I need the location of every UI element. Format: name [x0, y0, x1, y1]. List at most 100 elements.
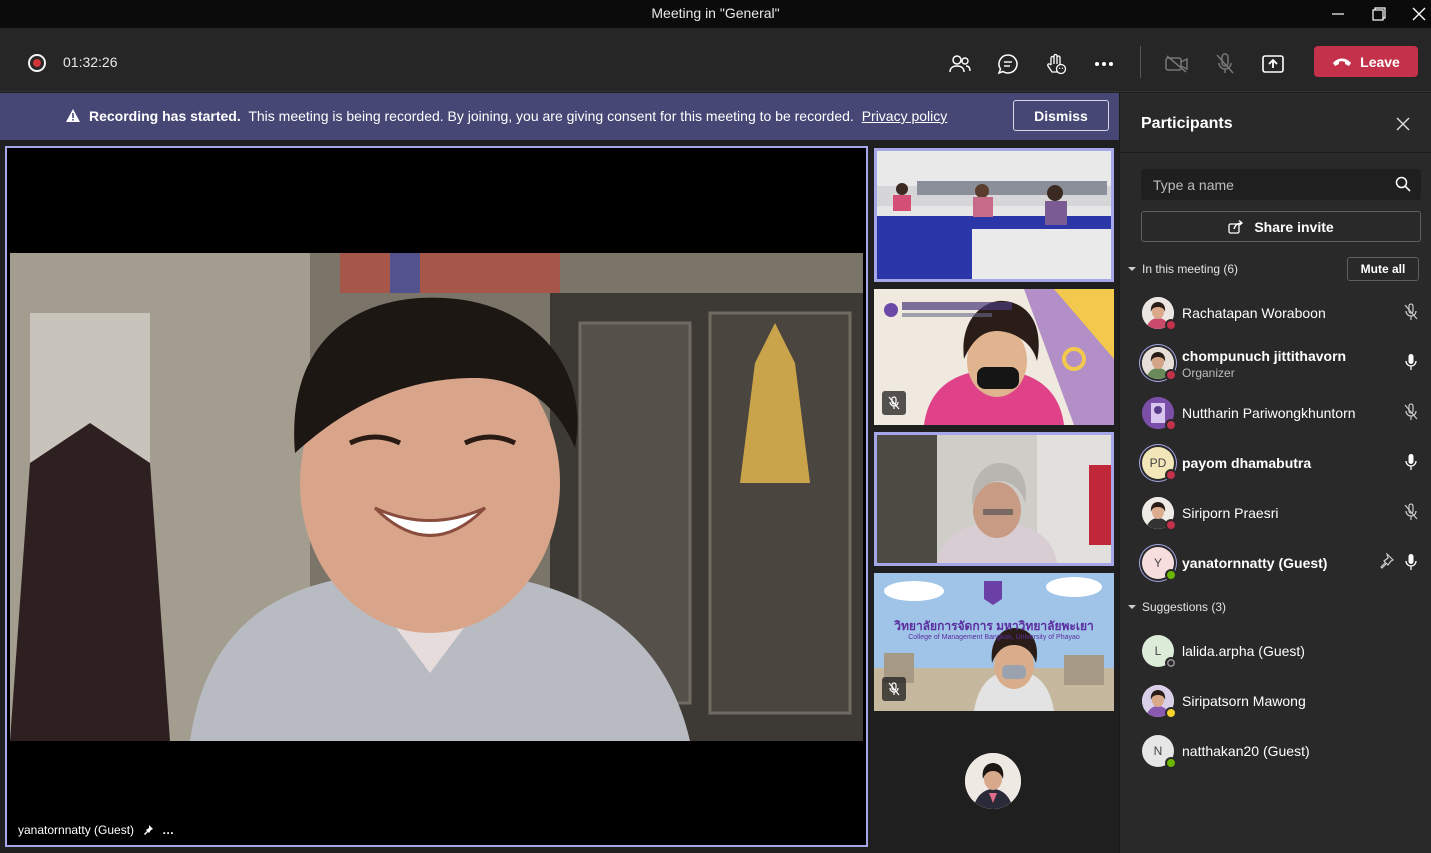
- close-window-button[interactable]: [1398, 0, 1431, 28]
- participant-row[interactable]: Y yanatornnatty (Guest): [1120, 539, 1431, 589]
- mute-all-button[interactable]: Mute all: [1347, 257, 1419, 281]
- share-invite-button[interactable]: Share invite: [1141, 211, 1421, 242]
- presence-available-icon: [1165, 757, 1177, 769]
- close-pane-button[interactable]: [1394, 115, 1412, 133]
- show-chat-button[interactable]: [990, 46, 1026, 82]
- college-name-english: College of Management Bangkok, Universit…: [908, 634, 1080, 641]
- presence-busy-icon: [1165, 369, 1177, 381]
- mic-icon: [1405, 454, 1417, 470]
- search-input[interactable]: Type a name: [1141, 169, 1421, 200]
- participant-name: Nuttharin Pariwongkhuntorn: [1182, 405, 1356, 421]
- banner-title: Recording has started.: [89, 108, 241, 124]
- presence-offline-icon: [1165, 657, 1177, 669]
- leave-button[interactable]: Leave: [1314, 46, 1418, 77]
- recording-banner: Recording has started. This meeting is b…: [0, 93, 1119, 140]
- participant-row[interactable]: PD payom dhamabutra: [1120, 439, 1431, 489]
- tile-mute-badge: [882, 391, 906, 415]
- mic-off-icon: [1216, 53, 1234, 74]
- share-content-button[interactable]: [1255, 46, 1291, 82]
- mic-off-icon: [888, 682, 900, 696]
- participant-name: Rachatapan Woraboon: [1182, 305, 1326, 321]
- presence-busy-icon: [1165, 519, 1177, 531]
- participant-video-image: [877, 435, 1111, 563]
- video-tile-participant-3[interactable]: [874, 432, 1114, 566]
- suggestion-row[interactable]: N natthakan20 (Guest): [1120, 727, 1431, 777]
- suggestion-row[interactable]: Siripatsorn Mawong: [1120, 677, 1431, 727]
- main-video-feed: [10, 253, 863, 741]
- privacy-policy-link[interactable]: Privacy policy: [862, 108, 948, 124]
- window-title: Meeting in "General": [651, 5, 780, 21]
- chevron-down-icon: [1128, 267, 1136, 271]
- meeting-toolbar: 01:32:26 Leave: [0, 28, 1431, 108]
- main-video-tile[interactable]: yanatornnatty (Guest) …: [5, 146, 868, 847]
- people-icon: [949, 55, 971, 73]
- title-bar: Meeting in "General": [0, 0, 1431, 28]
- pane-title: Participants: [1141, 115, 1233, 132]
- participant-row[interactable]: Siriporn Praesri: [1120, 489, 1431, 539]
- presence-busy-icon: [1165, 319, 1177, 331]
- camera-toggle-button[interactable]: [1159, 46, 1195, 82]
- participant-avatar-tile[interactable]: [965, 753, 1021, 809]
- toolbar-divider: [1140, 46, 1141, 78]
- restore-button[interactable]: [1358, 0, 1400, 28]
- meeting-timer: 01:32:26: [63, 54, 118, 70]
- mic-icon: [1405, 554, 1417, 570]
- presence-away-icon: [1165, 707, 1177, 719]
- recording-icon: [28, 54, 46, 72]
- video-tile-participant-4[interactable]: วิทยาลัยการจัดการ มหาวิทยาลัยพะเยา Colle…: [874, 573, 1114, 711]
- mic-off-icon: [888, 396, 900, 410]
- suggestion-name: natthakan20 (Guest): [1182, 743, 1310, 759]
- participant-name: payom dhamabutra: [1182, 455, 1312, 471]
- presence-busy-icon: [1165, 469, 1177, 481]
- close-icon: [1396, 117, 1410, 131]
- share-invite-label: Share invite: [1254, 218, 1334, 235]
- suggestion-name: Siripatsorn Mawong: [1182, 693, 1306, 709]
- pin-icon: [144, 825, 154, 835]
- suggestions-section-toggle[interactable]: Suggestions (3): [1128, 600, 1226, 614]
- video-tile-participant-2[interactable]: [874, 289, 1114, 425]
- participant-name: Siriporn Praesri: [1182, 505, 1279, 521]
- participant-row[interactable]: Nuttharin Pariwongkhuntorn: [1120, 389, 1431, 439]
- share-screen-icon: [1262, 55, 1284, 73]
- mic-toggle-button[interactable]: [1207, 46, 1243, 82]
- pin-icon[interactable]: [1378, 553, 1394, 569]
- suggestion-name: lalida.arpha (Guest): [1182, 643, 1305, 659]
- participants-pane: Participants Type a name Share invite In…: [1119, 93, 1431, 853]
- suggestions-heading: Suggestions (3): [1142, 600, 1227, 614]
- speaker-video-image: [10, 253, 863, 741]
- avatar-initials: Y: [1153, 556, 1162, 570]
- participant-name: chompunuch jittithavorn: [1182, 348, 1347, 364]
- in-meeting-heading: In this meeting (6): [1142, 262, 1239, 276]
- tile-mute-badge: [882, 677, 906, 701]
- suggestion-row[interactable]: L lalida.arpha (Guest): [1120, 627, 1431, 677]
- video-stage: yanatornnatty (Guest) … วิทยาลัยการจัดกา…: [0, 141, 1119, 853]
- main-video-name: yanatornnatty (Guest): [18, 823, 135, 837]
- reactions-button[interactable]: [1038, 46, 1074, 82]
- mic-off-icon: [1404, 303, 1418, 320]
- show-participants-button[interactable]: [942, 46, 978, 82]
- main-video-label: yanatornnatty (Guest) …: [18, 823, 175, 837]
- participant-row[interactable]: Rachatapan Woraboon: [1120, 289, 1431, 339]
- minimize-button[interactable]: [1317, 0, 1359, 28]
- share-icon: [1228, 219, 1244, 234]
- banner-message: Recording has started. This meeting is b…: [89, 108, 947, 124]
- participant-video-image: [874, 573, 1114, 711]
- video-tile-classroom[interactable]: [874, 148, 1114, 282]
- avatar-photo: [965, 753, 1021, 809]
- chat-icon: [997, 54, 1018, 75]
- presence-busy-icon: [1165, 419, 1177, 431]
- participant-name: yanatornnatty (Guest): [1182, 555, 1328, 571]
- avatar-initials: PD: [1149, 456, 1167, 470]
- participant-role: Organizer: [1182, 366, 1235, 380]
- banner-text: This meeting is being recorded. By joini…: [248, 108, 854, 124]
- chevron-down-icon: [1128, 605, 1136, 609]
- in-meeting-section-toggle[interactable]: In this meeting (6): [1128, 262, 1238, 276]
- main-more-button[interactable]: …: [162, 823, 175, 837]
- participant-row[interactable]: chompunuch jittithavorn Organizer: [1120, 339, 1431, 389]
- classroom-video-image: [877, 151, 1111, 279]
- raise-hand-icon: [1047, 53, 1067, 75]
- mic-off-icon: [1404, 503, 1418, 520]
- more-actions-button[interactable]: [1086, 46, 1122, 82]
- dismiss-button[interactable]: Dismiss: [1013, 100, 1109, 131]
- warning-icon: [66, 109, 80, 122]
